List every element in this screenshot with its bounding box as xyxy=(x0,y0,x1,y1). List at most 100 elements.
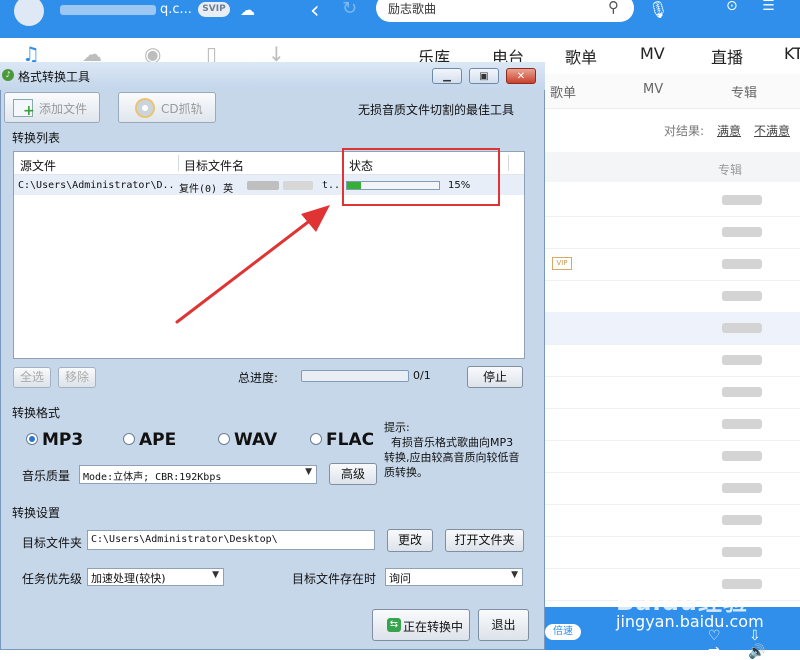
settings-section-label: 转换设置 xyxy=(12,506,61,520)
convert-list-label: 转换列表 xyxy=(12,131,61,145)
app-logo-icon: ♪ xyxy=(2,69,14,81)
format-label-wav: WAV xyxy=(234,430,278,450)
minimize-button[interactable]: ▁ xyxy=(432,68,462,84)
subtab-mv[interactable]: MV xyxy=(643,82,663,97)
remove-button[interactable]: 移除 xyxy=(58,367,96,388)
search-icon[interactable]: ⚲ xyxy=(608,0,619,16)
search-box[interactable]: ⚲ xyxy=(376,0,634,22)
subtab-album[interactable]: 专辑 xyxy=(731,82,757,101)
username-blur xyxy=(60,5,156,15)
column-divider[interactable] xyxy=(508,155,509,171)
radio-flac[interactable] xyxy=(310,433,322,445)
cd-icon xyxy=(135,98,155,118)
row-target-suffix: t.. xyxy=(322,180,341,191)
select-all-button[interactable]: 全选 xyxy=(13,367,51,388)
target-blur xyxy=(283,181,313,190)
convert-icon: ⇆ xyxy=(387,618,401,632)
album-blur xyxy=(722,547,762,557)
album-blur xyxy=(722,323,762,333)
album-blur xyxy=(722,483,762,493)
album-blur xyxy=(722,451,762,461)
quality-select[interactable]: Mode:立体声; CBR:192Kbps ▼ xyxy=(79,465,317,484)
total-progress-bar xyxy=(301,370,409,382)
format-label-ape: APE xyxy=(139,430,177,450)
row-source: C:\Users\Administrator\D.. xyxy=(18,180,175,191)
album-blur xyxy=(722,227,762,237)
album-blur xyxy=(722,355,762,365)
svip-badge[interactable]: SVIP xyxy=(198,2,230,17)
add-file-button[interactable]: 添加文件 xyxy=(4,92,100,123)
radio-wav[interactable] xyxy=(218,433,230,445)
speed-button[interactable]: 倍速 xyxy=(545,624,581,640)
target-folder-label: 目标文件夹 xyxy=(22,536,83,550)
feedback-label: 对结果: xyxy=(664,124,705,138)
file-exists-value: 询问 xyxy=(389,572,411,585)
vip-badge: VIP xyxy=(552,257,572,270)
chevron-down-icon[interactable]: ▼ xyxy=(212,570,219,580)
result-header xyxy=(545,152,800,182)
cloud-icon[interactable]: ☁ xyxy=(240,1,255,19)
album-blur xyxy=(722,195,762,205)
tab-live[interactable]: 直播 xyxy=(711,44,743,68)
album-blur xyxy=(722,387,762,397)
column-source[interactable]: 源文件 xyxy=(20,157,56,174)
column-target[interactable]: 目标文件名 xyxy=(184,157,244,174)
radio-ape[interactable] xyxy=(123,433,135,445)
mic-icon[interactable]: 🎙 xyxy=(648,0,668,19)
tab-mv[interactable]: MV xyxy=(640,44,665,63)
column-album: 专辑 xyxy=(718,163,743,177)
album-blur xyxy=(722,291,762,301)
dialog-title: 格式转换工具 xyxy=(18,70,91,84)
add-file-label: 添加文件 xyxy=(39,102,88,116)
target-folder-input[interactable] xyxy=(91,534,369,545)
target-folder-field[interactable] xyxy=(87,530,375,550)
chevron-down-icon[interactable]: ▼ xyxy=(305,467,312,477)
file-exists-select[interactable]: 询问 ▼ xyxy=(385,568,523,586)
back-icon[interactable]: ‹ xyxy=(310,0,320,24)
format-label-mp3: MP3 xyxy=(42,430,84,450)
player-controls[interactable]: ♡ ⇩ ⇄ 🔊 xyxy=(708,628,800,660)
quality-value: Mode:立体声; CBR:192Kbps xyxy=(83,472,222,483)
subtab-playlist[interactable]: 歌单 xyxy=(550,82,576,101)
slogan: 无损音质文件切割的最佳工具 xyxy=(358,103,515,117)
album-blur xyxy=(722,419,762,429)
add-file-icon xyxy=(13,99,35,119)
feedback-bad-link[interactable]: 不满意 xyxy=(754,122,790,139)
annotation-highlight-box xyxy=(342,148,500,206)
priority-label: 任务优先级 xyxy=(22,572,83,586)
exit-button[interactable]: 退出 xyxy=(478,609,529,641)
window-controls[interactable]: ⊙ ☰ xyxy=(726,0,785,14)
result-subnav xyxy=(545,74,800,109)
format-label-flac: FLAC xyxy=(326,430,375,450)
format-section-label: 转换格式 xyxy=(12,406,61,420)
file-exists-label: 目标文件存在时 xyxy=(292,572,377,586)
priority-value: 加速处理(较快) xyxy=(91,572,166,585)
total-progress-label: 总进度: xyxy=(238,371,279,385)
tab-playlist[interactable]: 歌单 xyxy=(565,44,597,68)
feedback-good-link[interactable]: 满意 xyxy=(717,122,741,139)
tab-ktv[interactable]: KT xyxy=(784,44,800,63)
target-blur xyxy=(247,181,279,190)
quality-label: 音乐质量 xyxy=(22,469,71,483)
open-folder-button[interactable]: 打开文件夹 xyxy=(445,529,524,552)
radio-mp3[interactable] xyxy=(26,433,38,445)
converting-button[interactable]: ⇆ 正在转换中 xyxy=(372,609,470,641)
chevron-down-icon[interactable]: ▼ xyxy=(511,570,518,580)
album-blur xyxy=(722,259,762,269)
username[interactable]: q.c... xyxy=(60,2,192,18)
cd-rip-label: CD抓轨 xyxy=(161,102,203,116)
stop-button[interactable]: 停止 xyxy=(467,366,523,388)
search-input[interactable] xyxy=(388,1,598,15)
album-blur xyxy=(722,515,762,525)
maximize-button[interactable]: ▣ xyxy=(469,68,499,84)
priority-select[interactable]: 加速处理(较快) ▼ xyxy=(87,568,224,586)
column-divider[interactable] xyxy=(178,155,179,171)
watermark-url: jingyan.baidu.com xyxy=(616,612,764,631)
cd-rip-button[interactable]: CD抓轨 xyxy=(118,92,216,123)
close-button[interactable]: ✕ xyxy=(506,68,536,84)
change-button[interactable]: 更改 xyxy=(387,529,433,552)
advanced-button[interactable]: 高级 xyxy=(329,463,377,485)
username-suffix: q.c... xyxy=(160,2,192,17)
total-progress-count: 0/1 xyxy=(413,369,431,382)
refresh-icon[interactable]: ↻ xyxy=(342,0,357,19)
